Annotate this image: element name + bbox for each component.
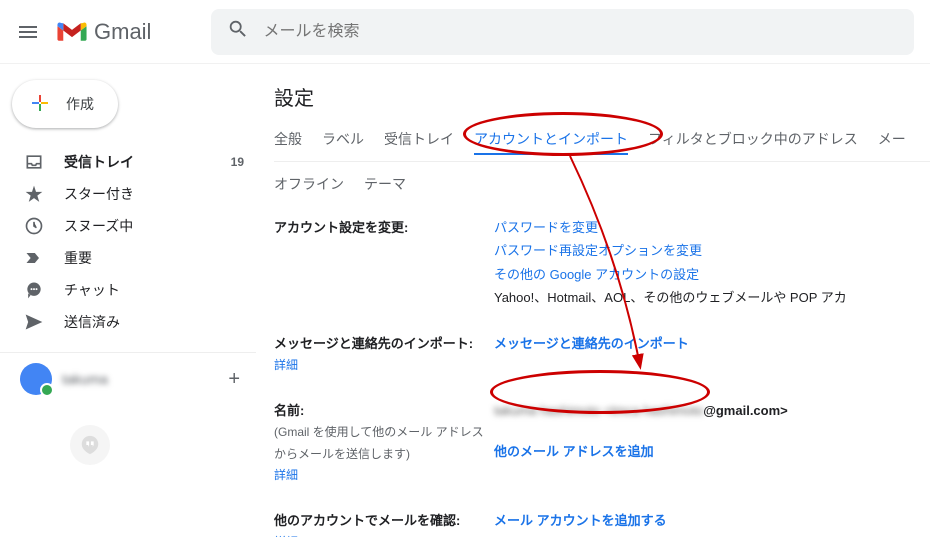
content: 設定 全般 ラベル 受信トレイ アカウントとインポート フィルタとブロック中のア… (256, 64, 930, 537)
tab-filters[interactable]: フィルタとブロック中のアドレス (648, 129, 858, 155)
page-title: 設定 (274, 82, 930, 111)
plus-icon (28, 91, 52, 118)
search-bar[interactable] (211, 9, 914, 55)
search-icon (227, 18, 249, 45)
account-row: takuma + (0, 352, 256, 395)
name-detail[interactable]: 詳細 (274, 465, 494, 487)
sidebar-item-snoozed[interactable]: スヌーズ中 (0, 210, 256, 242)
app-frame: Gmail 作成 受信トレイ 19 (0, 0, 930, 537)
section-import: メッセージと連絡先のインポート: 詳細 メッセージと連絡先のインポート (274, 332, 930, 377)
add-account-button[interactable]: + (228, 368, 240, 391)
link-change-recovery[interactable]: パスワード再設定オプションを変更 (494, 239, 930, 262)
nav: 受信トレイ 19 スター付き スヌーズ中 重要 チャット (0, 146, 256, 338)
inbox-icon (24, 152, 44, 172)
import-label: メッセージと連絡先のインポート: (274, 332, 494, 355)
check-label: 他のアカウントでメールを確認: (274, 509, 494, 532)
header: Gmail (0, 0, 930, 64)
logo-text: Gmail (94, 19, 151, 45)
name-label: 名前: (274, 399, 494, 422)
account-change-label: アカウント設定を変更: (274, 216, 494, 239)
link-import-messages[interactable]: メッセージと連絡先のインポート (494, 332, 930, 355)
search-input[interactable] (263, 23, 898, 41)
link-add-mail-account[interactable]: メール アカウントを追加する (494, 509, 930, 532)
sidebar-item-sent[interactable]: 送信済み (0, 306, 256, 338)
sidebar: 作成 受信トレイ 19 スター付き スヌーズ中 重要 (0, 64, 256, 537)
tab-theme[interactable]: テーマ (364, 174, 406, 194)
section-check-mail: 他のアカウントでメールを確認: 詳細 メール アカウントを追加する (274, 509, 930, 537)
tab-general[interactable]: 全般 (274, 129, 302, 155)
tab-accounts-import[interactable]: アカウントとインポート (474, 129, 628, 155)
sidebar-item-inbox[interactable]: 受信トレイ 19 (0, 146, 256, 178)
link-other-google-settings[interactable]: その他の Google アカウントの設定 (494, 263, 930, 286)
star-icon (24, 184, 44, 204)
link-change-password[interactable]: パスワードを変更 (494, 216, 930, 239)
sent-icon (24, 312, 44, 332)
account-change-note: Yahoo!、Hotmail、AOL、その他のウェブメールや POP アカ (494, 286, 930, 309)
compose-label: 作成 (66, 94, 94, 114)
sendas-email: takuma hashimoto <tmca hashimoto@gmail.c… (494, 399, 930, 422)
subtabs: オフライン テーマ (274, 174, 930, 194)
compose-button[interactable]: 作成 (12, 80, 118, 128)
menu-icon[interactable] (16, 20, 40, 44)
name-sub2: からメールを送信します) (274, 444, 494, 466)
clock-icon (24, 216, 44, 236)
sidebar-item-starred[interactable]: スター付き (0, 178, 256, 210)
gmail-logo[interactable]: Gmail (56, 19, 151, 45)
section-account-change: アカウント設定を変更: パスワードを変更 パスワード再設定オプションを変更 その… (274, 216, 930, 310)
main: 作成 受信トレイ 19 スター付き スヌーズ中 重要 (0, 64, 930, 537)
sidebar-item-chat[interactable]: チャット (0, 274, 256, 306)
tab-offline[interactable]: オフライン (274, 174, 344, 194)
important-icon (24, 248, 44, 268)
import-detail[interactable]: 詳細 (274, 355, 494, 377)
chat-icon (24, 280, 44, 300)
tab-inbox[interactable]: 受信トレイ (384, 129, 454, 155)
name-sub1: (Gmail を使用して他のメール アドレス (274, 422, 494, 444)
tabs: 全般 ラベル 受信トレイ アカウントとインポート フィルタとブロック中のアドレス… (274, 129, 930, 162)
tab-more[interactable]: メー (878, 129, 906, 155)
avatar[interactable] (20, 363, 52, 395)
account-name: takuma (62, 371, 228, 387)
tab-labels[interactable]: ラベル (322, 129, 364, 155)
sidebar-item-important[interactable]: 重要 (0, 242, 256, 274)
section-name: 名前: (Gmail を使用して他のメール アドレス からメールを送信します) … (274, 399, 930, 487)
hangouts-icon[interactable] (70, 425, 110, 465)
link-add-another-address[interactable]: 他のメール アドレスを追加 (494, 440, 930, 463)
check-detail[interactable]: 詳細 (274, 532, 494, 537)
